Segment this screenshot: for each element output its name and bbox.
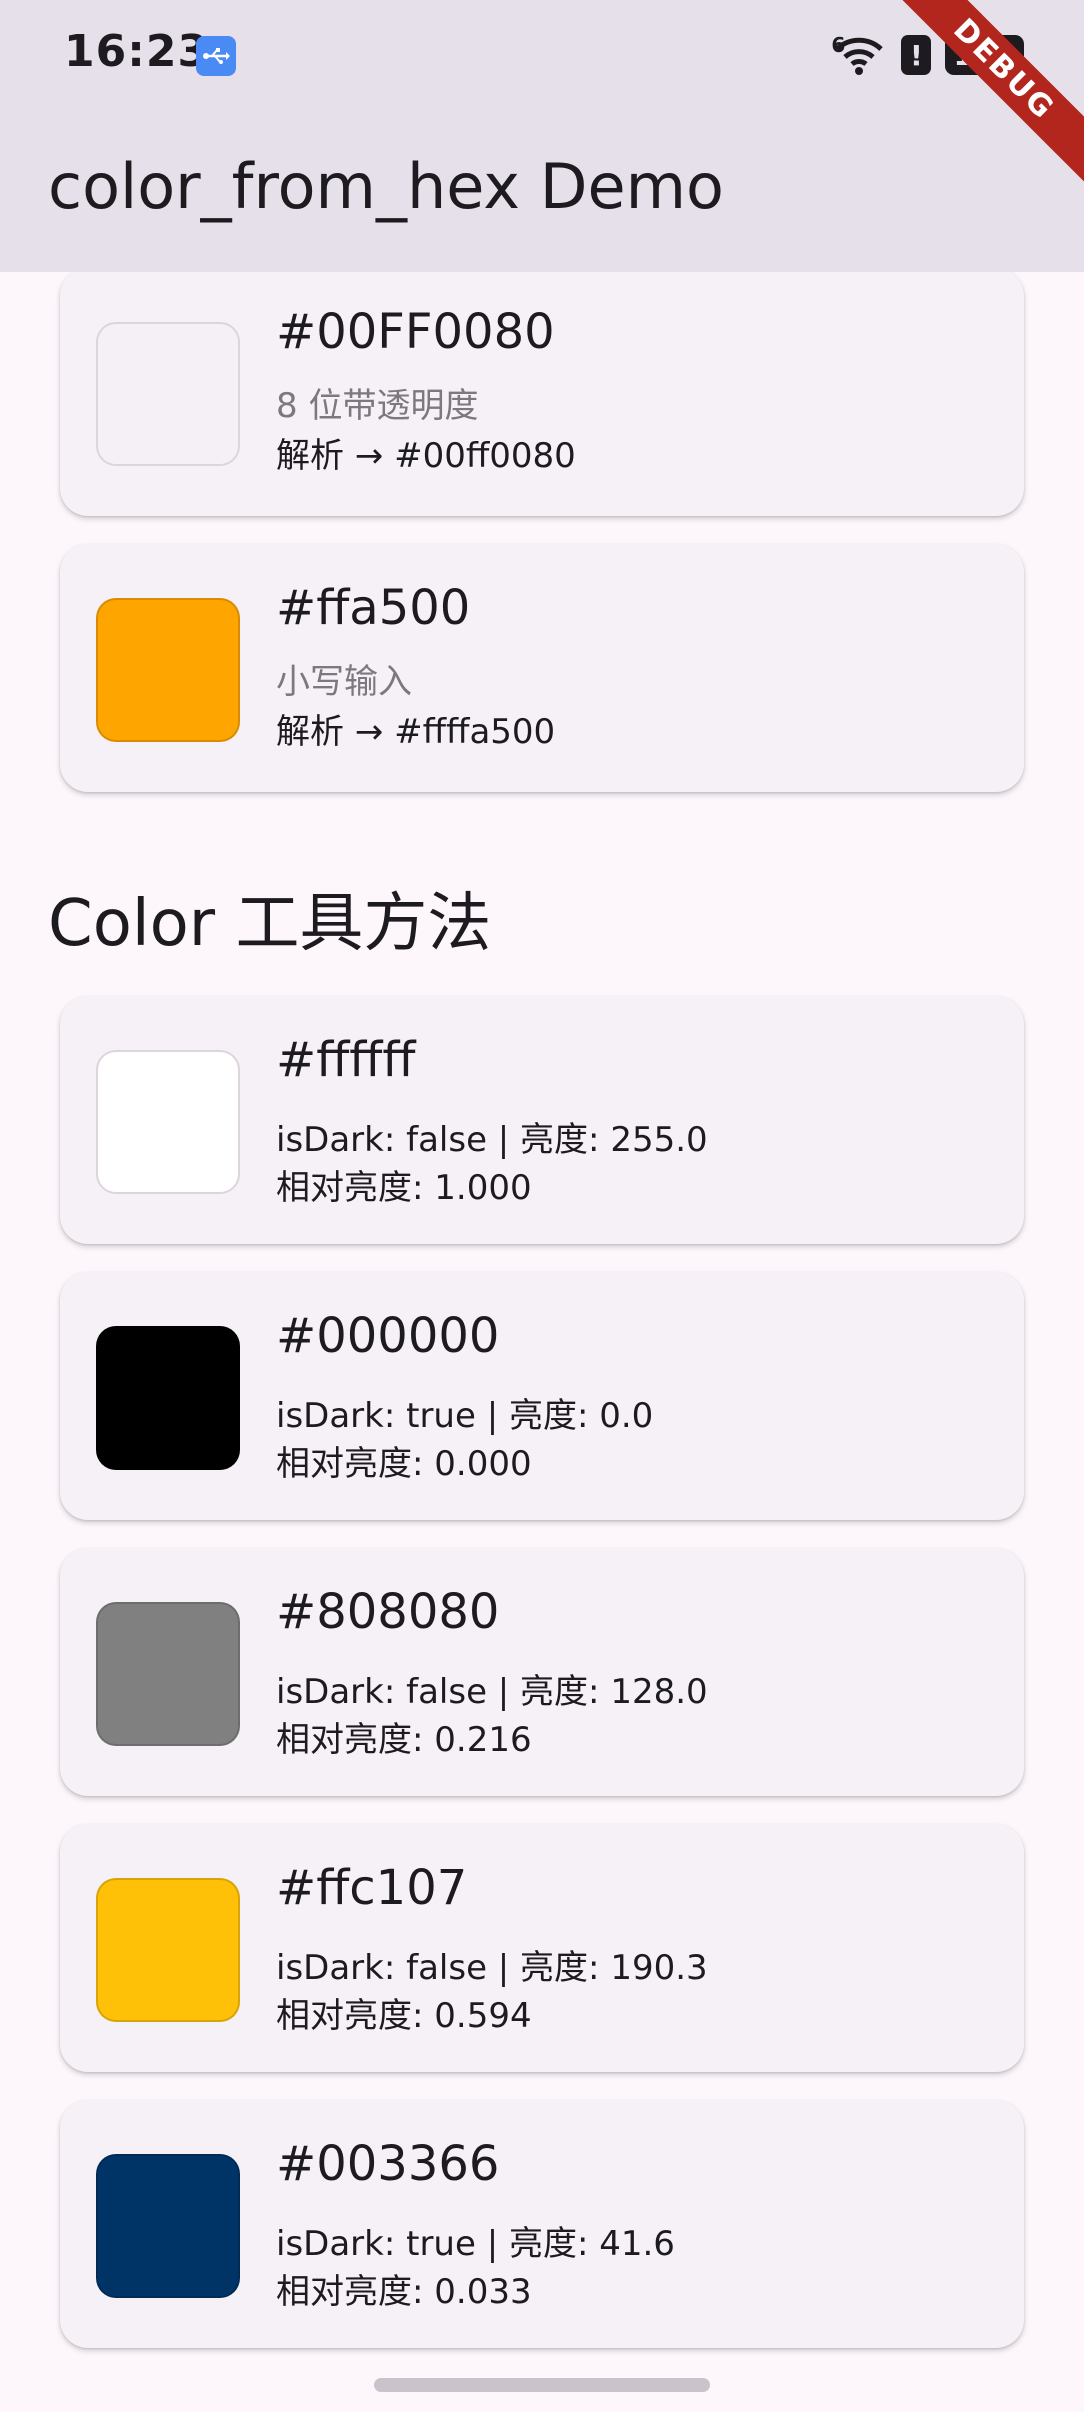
tool-card: #808080 isDark: false | 亮度: 128.0 相对亮度: … <box>60 1548 1024 1796</box>
home-indicator[interactable] <box>374 2378 710 2392</box>
color-hex-title: #808080 <box>276 1584 500 1640</box>
color-hex-title: #00FF0080 <box>276 304 555 360</box>
is-dark-brightness: isDark: false | 亮度: 190.3 <box>276 1948 708 1988</box>
color-swatch <box>96 1602 240 1746</box>
color-swatch <box>96 1050 240 1194</box>
relative-luminance: 相对亮度: 0.033 <box>276 2272 532 2312</box>
status-time: 16:23 <box>64 26 210 77</box>
is-dark-brightness: isDark: true | 亮度: 0.0 <box>276 1396 654 1436</box>
color-swatch <box>96 322 240 466</box>
is-dark-brightness: isDark: false | 亮度: 255.0 <box>276 1120 708 1160</box>
tool-card: #ffffff isDark: false | 亮度: 255.0 相对亮度: … <box>60 996 1024 1244</box>
app-title: color_from_hex Demo <box>48 150 724 223</box>
app-bar: 16:23 6 ! color_from_hex Demo <box>0 0 1084 272</box>
color-hex-title: #003366 <box>276 2136 500 2192</box>
section-title: Color 工具方法 <box>48 887 492 961</box>
relative-luminance: 相对亮度: 1.000 <box>276 1168 532 1208</box>
color-description: 小写输入 <box>276 662 412 702</box>
tool-card: #000000 isDark: true | 亮度: 0.0 相对亮度: 0.0… <box>60 1272 1024 1520</box>
is-dark-brightness: isDark: true | 亮度: 41.6 <box>276 2224 675 2264</box>
tool-card: #ffc107 isDark: false | 亮度: 190.3 相对亮度: … <box>60 1824 1024 2072</box>
app-screen: #00FF0080 8 位带透明度 解析 → #00ff0080 #ffa500… <box>0 0 1084 2412</box>
alert-icon: ! <box>901 35 932 75</box>
wifi-icon: 6 <box>831 33 887 77</box>
is-dark-brightness: isDark: false | 亮度: 128.0 <box>276 1672 708 1712</box>
color-hex-title: #000000 <box>276 1308 500 1364</box>
color-swatch <box>96 1326 240 1470</box>
parse-result: 解析 → #ffffa500 <box>276 712 556 752</box>
parse-card: #00FF0080 8 位带透明度 解析 → #00ff0080 <box>60 268 1024 516</box>
relative-luminance: 相对亮度: 0.000 <box>276 1444 532 1484</box>
color-hex-title: #ffc107 <box>276 1860 468 1916</box>
color-swatch <box>96 1878 240 2022</box>
usb-icon <box>196 36 236 76</box>
color-swatch <box>96 2154 240 2298</box>
relative-luminance: 相对亮度: 0.216 <box>276 1720 532 1760</box>
tool-card: #003366 isDark: true | 亮度: 41.6 相对亮度: 0.… <box>60 2100 1024 2348</box>
parse-card: #ffa500 小写输入 解析 → #ffffa500 <box>60 544 1024 792</box>
relative-luminance: 相对亮度: 0.594 <box>276 1996 532 2036</box>
color-description: 8 位带透明度 <box>276 386 479 426</box>
color-hex-title: #ffa500 <box>276 580 471 636</box>
parse-result: 解析 → #00ff0080 <box>276 436 576 476</box>
color-swatch <box>96 598 240 742</box>
color-hex-title: #ffffff <box>276 1032 416 1088</box>
